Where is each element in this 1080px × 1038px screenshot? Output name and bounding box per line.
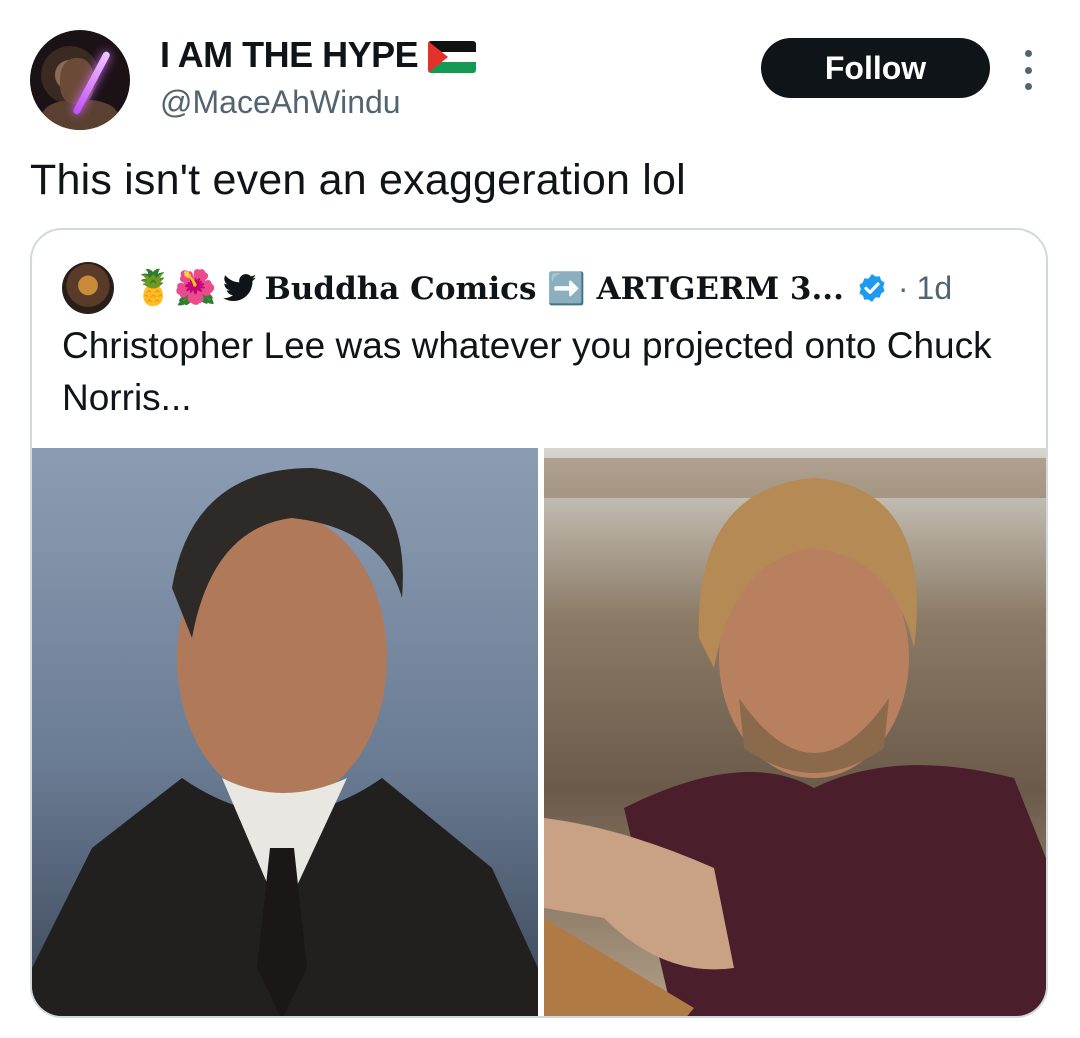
palestine-flag-icon (428, 41, 477, 73)
tweet-text: This isn't even an exaggeration lol (30, 156, 686, 204)
more-vertical-icon[interactable] (1018, 50, 1038, 90)
follow-button[interactable]: Follow (761, 38, 990, 98)
quoted-tweet[interactable]: 🍍🌺 Buddha Comics ➡️ ARTGERM 3... · 1d Ch… (30, 228, 1048, 1018)
quoted-author-name: Buddha Comics ➡️ ARTGERM 3... (264, 270, 844, 307)
quoted-time-separator: · (897, 269, 909, 306)
quoted-tweet-text: Christopher Lee was whatever you project… (62, 325, 992, 418)
quoted-author-avatar[interactable] (62, 262, 114, 314)
quoted-photo-1[interactable] (32, 448, 538, 1016)
quoted-photo-2[interactable] (544, 448, 1046, 1016)
author-display-name[interactable]: I AM THE HYPE (160, 34, 477, 76)
portrait-illustration-2 (544, 458, 1046, 1016)
author-handle[interactable]: @MaceAhWindu (160, 84, 401, 121)
twitter-bird-icon (222, 274, 256, 302)
quoted-media-grid (32, 448, 1046, 1016)
quoted-tweet-header: 🍍🌺 Buddha Comics ➡️ ARTGERM 3... · 1d (62, 262, 952, 314)
author-avatar[interactable] (30, 30, 130, 130)
author-name-text: I AM THE HYPE (160, 34, 419, 75)
portrait-illustration-1 (32, 468, 538, 1016)
quoted-timestamp[interactable]: 1d (917, 270, 953, 307)
verified-badge-icon (859, 274, 885, 302)
quoted-name-emoji: 🍍🌺 (132, 269, 217, 307)
